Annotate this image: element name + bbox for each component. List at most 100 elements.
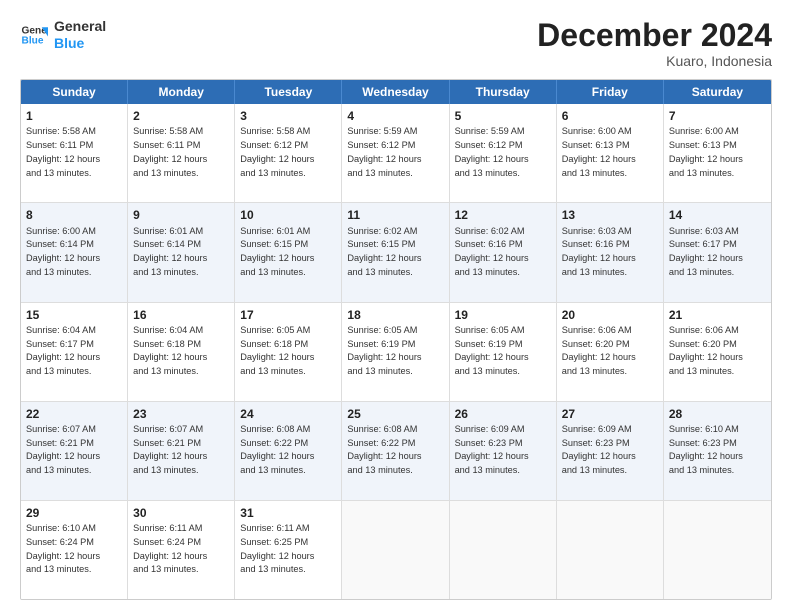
table-row: 6 Sunrise: 6:00 AM Sunset: 6:13 PM Daylig… — [557, 104, 664, 202]
cell-details: Sunrise: 5:58 AM Sunset: 6:12 PM Dayligh… — [240, 126, 314, 177]
table-row: 21 Sunrise: 6:06 AM Sunset: 6:20 PM Dayli… — [664, 303, 771, 401]
table-row — [450, 501, 557, 599]
header-thursday: Thursday — [450, 80, 557, 104]
header-saturday: Saturday — [664, 80, 771, 104]
cell-details: Sunrise: 6:10 AM Sunset: 6:24 PM Dayligh… — [26, 523, 100, 574]
cell-details: Sunrise: 6:02 AM Sunset: 6:15 PM Dayligh… — [347, 226, 421, 277]
calendar: Sunday Monday Tuesday Wednesday Thursday… — [20, 79, 772, 600]
day-number: 30 — [133, 505, 229, 521]
day-number: 24 — [240, 406, 336, 422]
cell-details: Sunrise: 6:00 AM Sunset: 6:14 PM Dayligh… — [26, 226, 100, 277]
table-row: 22 Sunrise: 6:07 AM Sunset: 6:21 PM Dayli… — [21, 402, 128, 500]
day-number: 11 — [347, 207, 443, 223]
calendar-week-5: 29Sunrise: 6:10 AM Sunset: 6:24 PM Dayli… — [21, 501, 771, 599]
header: General Blue General Blue December 2024 … — [20, 18, 772, 69]
cell-details: Sunrise: 6:08 AM Sunset: 6:22 PM Dayligh… — [347, 424, 421, 475]
day-number: 16 — [133, 307, 229, 323]
day-number: 10 — [240, 207, 336, 223]
header-wednesday: Wednesday — [342, 80, 449, 104]
cell-details: Sunrise: 6:06 AM Sunset: 6:20 PM Dayligh… — [669, 325, 743, 376]
cell-details: Sunrise: 6:10 AM Sunset: 6:23 PM Dayligh… — [669, 424, 743, 475]
cell-details: Sunrise: 6:06 AM Sunset: 6:20 PM Dayligh… — [562, 325, 636, 376]
cell-details: Sunrise: 6:11 AM Sunset: 6:25 PM Dayligh… — [240, 523, 314, 574]
logo-text: General — [54, 18, 106, 35]
day-number: 15 — [26, 307, 122, 323]
day-number: 21 — [669, 307, 766, 323]
cell-details: Sunrise: 6:02 AM Sunset: 6:16 PM Dayligh… — [455, 226, 529, 277]
day-number: 5 — [455, 108, 551, 124]
cell-details: Sunrise: 6:03 AM Sunset: 6:17 PM Dayligh… — [669, 226, 743, 277]
cell-details: Sunrise: 6:05 AM Sunset: 6:19 PM Dayligh… — [347, 325, 421, 376]
cell-details: Sunrise: 6:03 AM Sunset: 6:16 PM Dayligh… — [562, 226, 636, 277]
svg-text:Blue: Blue — [22, 35, 44, 46]
day-number: 8 — [26, 207, 122, 223]
table-row: 8 Sunrise: 6:00 AM Sunset: 6:14 PM Daylig… — [21, 203, 128, 301]
table-row: 17 Sunrise: 6:05 AM Sunset: 6:18 PM Dayli… — [235, 303, 342, 401]
logo: General Blue General Blue — [20, 18, 106, 52]
table-row: 13Sunrise: 6:03 AM Sunset: 6:16 PM Dayli… — [557, 203, 664, 301]
day-number: 22 — [26, 406, 122, 422]
cell-details: Sunrise: 6:01 AM Sunset: 6:15 PM Dayligh… — [240, 226, 314, 277]
cell-details: Sunrise: 6:08 AM Sunset: 6:22 PM Dayligh… — [240, 424, 314, 475]
day-number: 28 — [669, 406, 766, 422]
header-tuesday: Tuesday — [235, 80, 342, 104]
logo-subtext: Blue — [54, 35, 106, 52]
table-row: 5Sunrise: 5:59 AM Sunset: 6:12 PM Daylig… — [450, 104, 557, 202]
page: General Blue General Blue December 2024 … — [0, 0, 792, 612]
table-row: 20Sunrise: 6:06 AM Sunset: 6:20 PM Dayli… — [557, 303, 664, 401]
table-row: 12 Sunrise: 6:02 AM Sunset: 6:16 PM Dayli… — [450, 203, 557, 301]
day-number: 25 — [347, 406, 443, 422]
table-row: 15Sunrise: 6:04 AM Sunset: 6:17 PM Dayli… — [21, 303, 128, 401]
main-title: December 2024 — [537, 18, 772, 53]
cell-details: Sunrise: 5:59 AM Sunset: 6:12 PM Dayligh… — [347, 126, 421, 177]
cell-details: Sunrise: 6:00 AM Sunset: 6:13 PM Dayligh… — [562, 126, 636, 177]
day-number: 31 — [240, 505, 336, 521]
day-number: 18 — [347, 307, 443, 323]
table-row: 26Sunrise: 6:09 AM Sunset: 6:23 PM Dayli… — [450, 402, 557, 500]
day-number: 26 — [455, 406, 551, 422]
calendar-week-1: 1 Sunrise: 5:58 AM Sunset: 6:11 PM Daylig… — [21, 104, 771, 203]
table-row — [557, 501, 664, 599]
table-row: 14 Sunrise: 6:03 AM Sunset: 6:17 PM Dayli… — [664, 203, 771, 301]
table-row: 28 Sunrise: 6:10 AM Sunset: 6:23 PM Dayli… — [664, 402, 771, 500]
subtitle: Kuaro, Indonesia — [537, 53, 772, 69]
day-number: 27 — [562, 406, 658, 422]
cell-details: Sunrise: 6:04 AM Sunset: 6:18 PM Dayligh… — [133, 325, 207, 376]
logo-icon: General Blue — [20, 21, 48, 49]
calendar-week-3: 15Sunrise: 6:04 AM Sunset: 6:17 PM Dayli… — [21, 303, 771, 402]
table-row: 19Sunrise: 6:05 AM Sunset: 6:19 PM Dayli… — [450, 303, 557, 401]
cell-details: Sunrise: 6:05 AM Sunset: 6:19 PM Dayligh… — [455, 325, 529, 376]
cell-details: Sunrise: 5:58 AM Sunset: 6:11 PM Dayligh… — [133, 126, 207, 177]
table-row — [342, 501, 449, 599]
day-number: 12 — [455, 207, 551, 223]
header-sunday: Sunday — [21, 80, 128, 104]
table-row: 25 Sunrise: 6:08 AM Sunset: 6:22 PM Dayli… — [342, 402, 449, 500]
cell-details: Sunrise: 6:05 AM Sunset: 6:18 PM Dayligh… — [240, 325, 314, 376]
table-row: 29Sunrise: 6:10 AM Sunset: 6:24 PM Dayli… — [21, 501, 128, 599]
calendar-week-2: 8 Sunrise: 6:00 AM Sunset: 6:14 PM Daylig… — [21, 203, 771, 302]
table-row: 31 Sunrise: 6:11 AM Sunset: 6:25 PM Dayli… — [235, 501, 342, 599]
table-row: 18 Sunrise: 6:05 AM Sunset: 6:19 PM Dayli… — [342, 303, 449, 401]
table-row: 24 Sunrise: 6:08 AM Sunset: 6:22 PM Dayli… — [235, 402, 342, 500]
table-row: 3Sunrise: 5:58 AM Sunset: 6:12 PM Daylig… — [235, 104, 342, 202]
day-number: 17 — [240, 307, 336, 323]
table-row: 23Sunrise: 6:07 AM Sunset: 6:21 PM Dayli… — [128, 402, 235, 500]
day-number: 14 — [669, 207, 766, 223]
table-row: 9Sunrise: 6:01 AM Sunset: 6:14 PM Daylig… — [128, 203, 235, 301]
day-number: 1 — [26, 108, 122, 124]
day-number: 4 — [347, 108, 443, 124]
header-monday: Monday — [128, 80, 235, 104]
table-row: 1 Sunrise: 5:58 AM Sunset: 6:11 PM Daylig… — [21, 104, 128, 202]
table-row: 4 Sunrise: 5:59 AM Sunset: 6:12 PM Daylig… — [342, 104, 449, 202]
table-row: 10 Sunrise: 6:01 AM Sunset: 6:15 PM Dayli… — [235, 203, 342, 301]
table-row — [664, 501, 771, 599]
cell-details: Sunrise: 5:58 AM Sunset: 6:11 PM Dayligh… — [26, 126, 100, 177]
table-row: 16 Sunrise: 6:04 AM Sunset: 6:18 PM Dayli… — [128, 303, 235, 401]
day-number: 6 — [562, 108, 658, 124]
cell-details: Sunrise: 6:07 AM Sunset: 6:21 PM Dayligh… — [26, 424, 100, 475]
table-row: 2Sunrise: 5:58 AM Sunset: 6:11 PM Daylig… — [128, 104, 235, 202]
table-row: 7Sunrise: 6:00 AM Sunset: 6:13 PM Daylig… — [664, 104, 771, 202]
day-number: 23 — [133, 406, 229, 422]
day-number: 9 — [133, 207, 229, 223]
cell-details: Sunrise: 6:09 AM Sunset: 6:23 PM Dayligh… — [562, 424, 636, 475]
